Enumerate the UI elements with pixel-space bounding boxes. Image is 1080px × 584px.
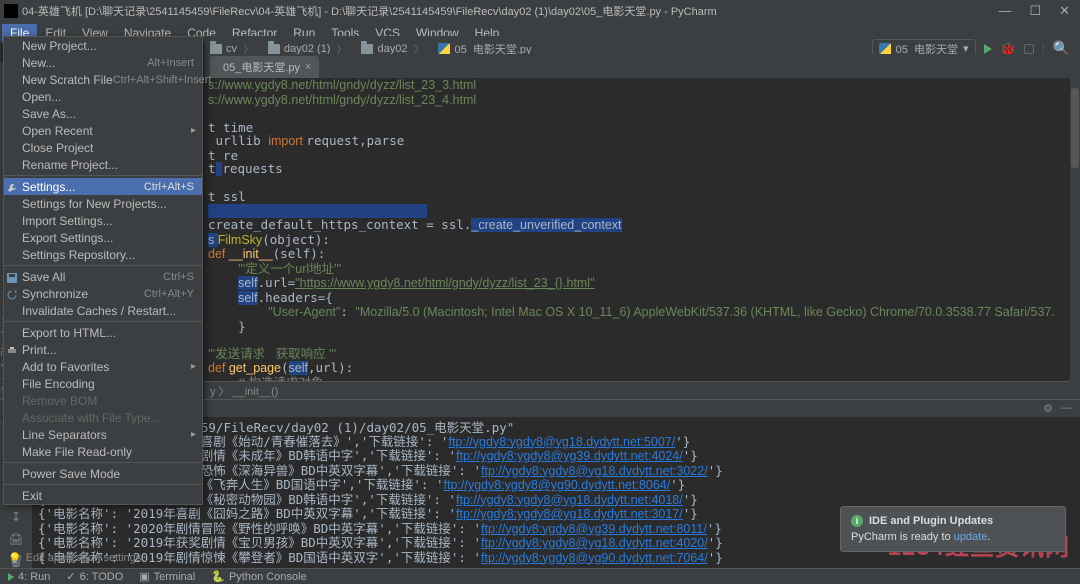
tab-current[interactable]: 05_电影天堂.py ×: [210, 56, 319, 78]
file-menu-make-file-read-only[interactable]: Make File Read-only: [4, 443, 202, 460]
folder-icon: [210, 44, 222, 54]
code-breadcrumb: y 〉 __init__(): [204, 381, 1080, 399]
close-button[interactable]: ✕: [1059, 3, 1070, 19]
gear-icon[interactable]: ⚙: [1043, 402, 1053, 415]
sb-run[interactable]: 4: Run: [0, 571, 58, 583]
sb-terminal[interactable]: ▣Terminal: [131, 570, 203, 583]
folder-icon: [268, 44, 280, 54]
todo-icon: ✓: [66, 570, 75, 583]
file-menu-file-encoding[interactable]: File Encoding: [4, 375, 202, 392]
file-menu-print-[interactable]: Print...: [4, 341, 202, 358]
file-menu-import-settings-[interactable]: Import Settings...: [4, 212, 202, 229]
terminal-icon: ▣: [139, 570, 149, 583]
output-icon4[interactable]: 🖨: [9, 532, 23, 546]
minimize-button[interactable]: —: [998, 3, 1011, 19]
file-menu-add-to-favorites[interactable]: Add to Favorites: [4, 358, 202, 375]
window-title: 04-英雄飞机 [D:\聊天记录\2541145459\FileRecv\04-…: [22, 3, 998, 19]
title-bar: 04-英雄飞机 [D:\聊天记录\2541145459\FileRecv\04-…: [0, 0, 1080, 22]
bulb-icon: 💡: [8, 552, 22, 565]
file-menu-open-[interactable]: Open...: [4, 88, 202, 105]
output-icon3[interactable]: ↧: [9, 510, 23, 524]
update-link[interactable]: update: [954, 531, 988, 543]
notification[interactable]: iIDE and Plugin Updates PyCharm is ready…: [840, 506, 1066, 552]
play-icon: [8, 573, 14, 581]
file-menu-exit[interactable]: Exit: [4, 487, 202, 504]
file-menu-close-project[interactable]: Close Project: [4, 139, 202, 156]
file-menu-new-scratch-file[interactable]: New Scratch FileCtrl+Alt+Shift+Insert: [4, 71, 202, 88]
scrollbar[interactable]: [1070, 78, 1080, 399]
file-menu-export-settings-[interactable]: Export Settings...: [4, 229, 202, 246]
sb-pyconsole[interactable]: 🐍Python Console: [203, 570, 314, 583]
file-menu-rename-project-[interactable]: Rename Project...: [4, 156, 202, 173]
status-bar: 4: Run ✓6: TODO ▣Terminal 🐍Python Consol…: [0, 568, 1080, 584]
file-menu-synchronize[interactable]: SynchronizeCtrl+Alt+Y: [4, 285, 202, 302]
editor-tabs: 05_电影天堂.py ×: [204, 54, 1080, 78]
info-icon: i: [851, 515, 863, 527]
stop-button[interactable]: [1024, 44, 1034, 54]
file-menu-save-all[interactable]: Save AllCtrl+S: [4, 268, 202, 285]
python-icon: [438, 43, 450, 55]
run-button[interactable]: [984, 44, 992, 54]
file-menu-new-project-[interactable]: New Project...: [4, 37, 202, 54]
status-hint: 💡Edit application settings: [8, 550, 141, 566]
scroll-thumb[interactable]: [1071, 88, 1079, 168]
file-menu-open-recent[interactable]: Open Recent: [4, 122, 202, 139]
python-console-icon: 🐍: [211, 570, 225, 583]
file-menu-export-to-html-[interactable]: Export to HTML...: [4, 324, 202, 341]
sync-icon: [7, 289, 17, 299]
app-icon: [4, 4, 18, 18]
file-menu-popup: New Project...New...Alt+InsertNew Scratc…: [3, 36, 203, 505]
file-menu-settings-repository-[interactable]: Settings Repository...: [4, 246, 202, 263]
notif-title: IDE and Plugin Updates: [869, 515, 993, 527]
wrench-icon: [7, 182, 17, 192]
python-icon: [879, 43, 891, 55]
file-menu-power-save-mode[interactable]: Power Save Mode: [4, 465, 202, 482]
file-menu-invalidate-caches-restart-[interactable]: Invalidate Caches / Restart...: [4, 302, 202, 319]
close-tab-icon[interactable]: ×: [305, 61, 311, 73]
file-menu-associate-with-file-type-: Associate with File Type...: [4, 409, 202, 426]
print-icon: [7, 345, 17, 355]
folder-icon: [361, 44, 373, 54]
tab-label: 05_电影天堂.py: [223, 59, 300, 75]
file-menu-settings-for-new-projects-[interactable]: Settings for New Projects...: [4, 195, 202, 212]
save-icon: [7, 272, 17, 282]
sb-todo[interactable]: ✓6: TODO: [58, 570, 131, 583]
file-menu-line-separators[interactable]: Line Separators: [4, 426, 202, 443]
minimize-panel-icon[interactable]: —: [1061, 402, 1072, 415]
file-menu-settings-[interactable]: Settings...Ctrl+Alt+S: [4, 178, 202, 195]
file-menu-remove-bom: Remove BOM: [4, 392, 202, 409]
file-menu-new-[interactable]: New...Alt+Insert: [4, 54, 202, 71]
file-menu-save-as-[interactable]: Save As...: [4, 105, 202, 122]
editor[interactable]: s://www.ygdy8.net/html/gndy/dyzz/list_23…: [204, 78, 1080, 417]
maximize-button[interactable]: ☐: [1029, 3, 1041, 19]
